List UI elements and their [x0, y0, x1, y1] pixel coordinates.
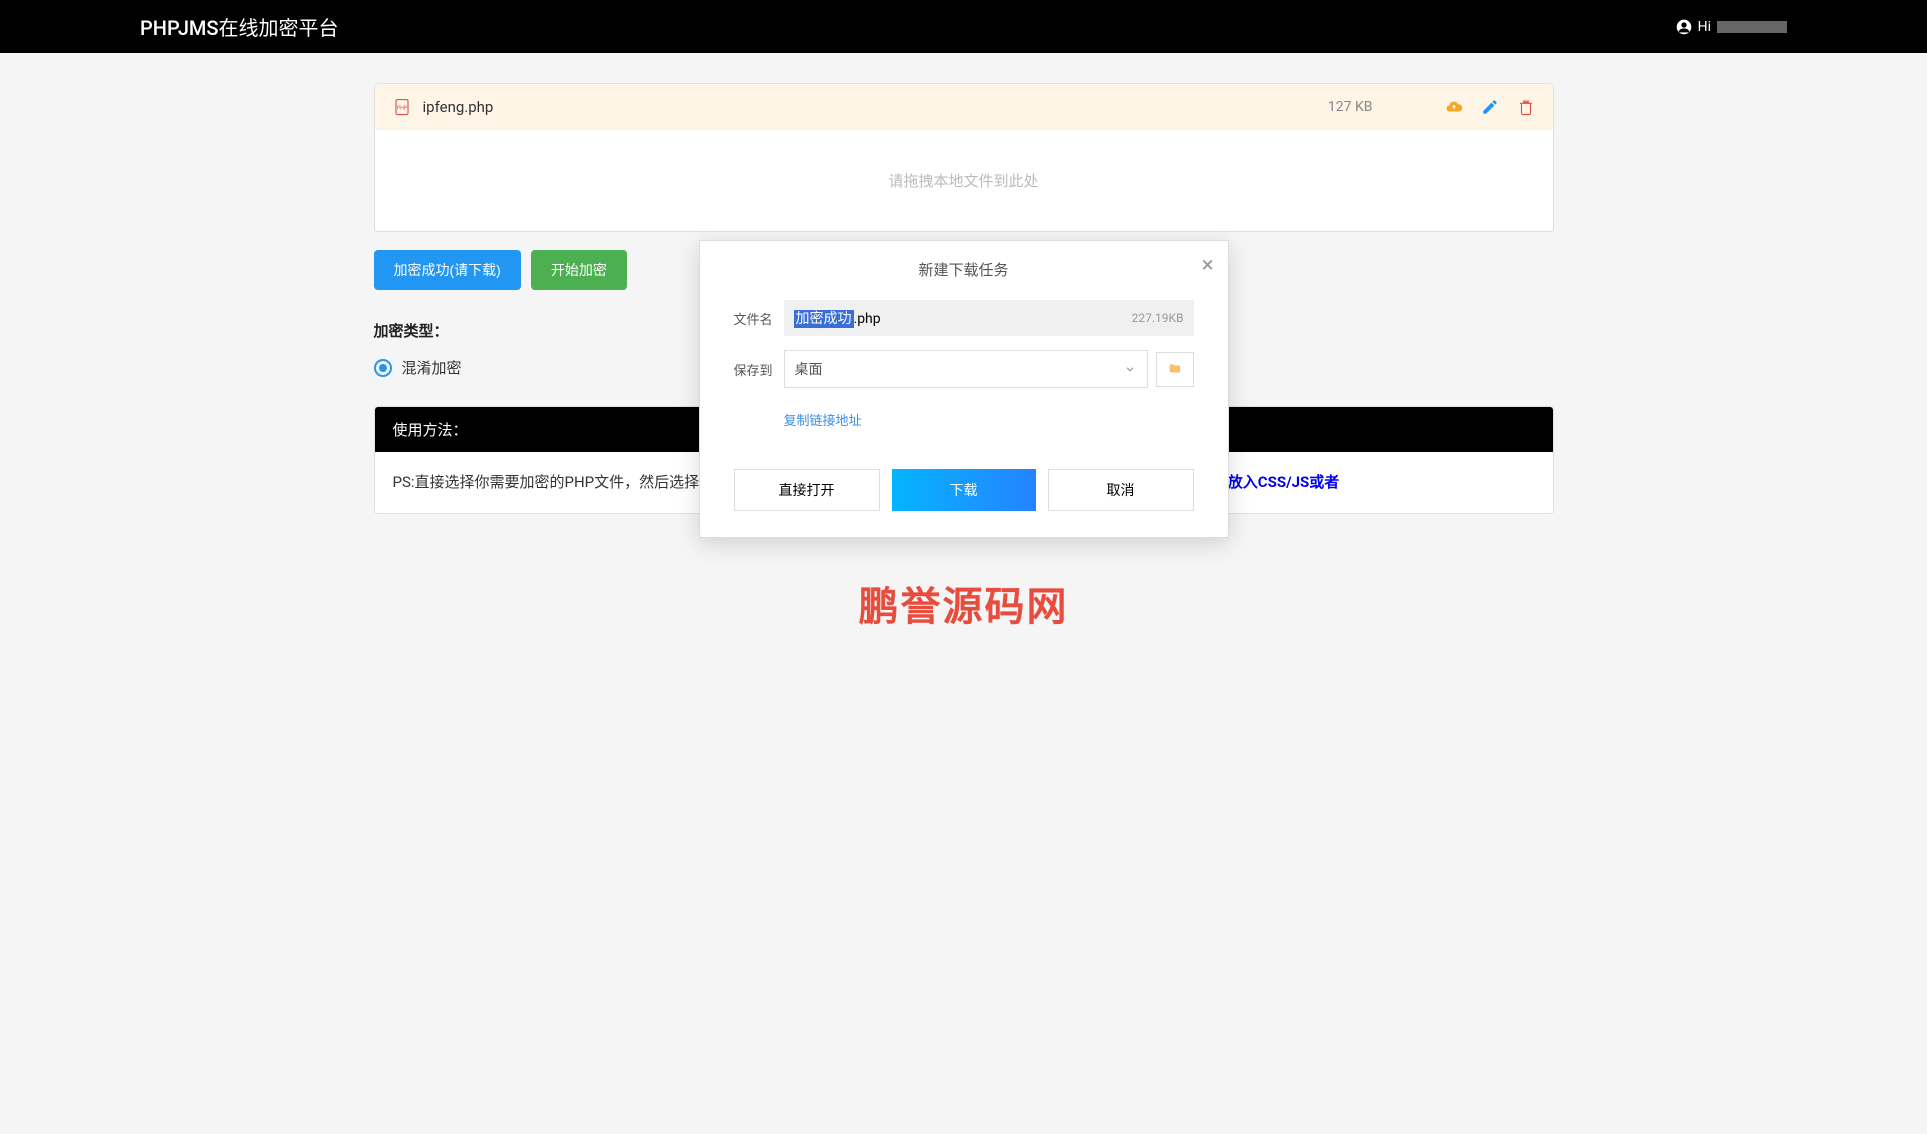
- radio-icon: [374, 359, 392, 377]
- file-actions: [1445, 98, 1535, 116]
- modal-header: 新建下载任务 ×: [700, 241, 1228, 292]
- folder-icon: [1166, 362, 1184, 376]
- filename-input[interactable]: 加密成功.php 227.19KB: [784, 300, 1194, 336]
- browse-folder-button[interactable]: [1156, 352, 1194, 387]
- delete-icon[interactable]: [1517, 98, 1535, 116]
- user-greeting[interactable]: Hi: [1676, 19, 1787, 35]
- user-icon: [1676, 19, 1692, 35]
- file-card: PHP ipfeng.php 127 KB 请拖拽本地文件到此处: [374, 83, 1554, 232]
- download-modal: 新建下载任务 × 文件名 加密成功.php 227.19KB 保存到 桌面 复制…: [699, 240, 1229, 538]
- modal-body: 文件名 加密成功.php 227.19KB 保存到 桌面 复制链接地址: [700, 292, 1228, 453]
- close-icon[interactable]: ×: [1202, 253, 1214, 278]
- app-header: PHPJMS在线加密平台 Hi: [0, 0, 1927, 53]
- edit-icon[interactable]: [1481, 98, 1499, 116]
- usage-prefix: PS:直接选择你需要加密的PHP文件，然后选择: [393, 473, 700, 491]
- modal-title: 新建下载任务: [918, 261, 1008, 279]
- filename-ext: .php: [854, 311, 881, 327]
- save-label: 保存到: [734, 360, 784, 379]
- encrypt-option-label: 混淆加密: [402, 357, 462, 378]
- open-direct-button[interactable]: 直接打开: [734, 469, 880, 511]
- user-name-mask: [1717, 21, 1787, 33]
- cloud-upload-icon[interactable]: [1445, 98, 1463, 116]
- modal-filesize: 227.19KB: [1132, 311, 1184, 325]
- filename-row: 文件名 加密成功.php 227.19KB: [734, 300, 1194, 336]
- file-row: PHP ipfeng.php 127 KB: [375, 84, 1553, 130]
- start-encrypt-button[interactable]: 开始加密: [531, 250, 627, 290]
- chevron-down-icon: [1123, 362, 1137, 376]
- app-title: PHPJMS在线加密平台: [140, 12, 339, 41]
- success-download-button[interactable]: 加密成功(请下载): [374, 250, 521, 290]
- modal-footer: 直接打开 下载 取消: [700, 453, 1228, 537]
- file-size: 127 KB: [1328, 99, 1373, 115]
- save-row: 保存到 桌面: [734, 350, 1194, 388]
- php-file-icon: PHP: [393, 98, 411, 116]
- copy-link[interactable]: 复制链接地址: [784, 402, 1194, 433]
- download-button[interactable]: 下载: [892, 469, 1036, 511]
- svg-text:PHP: PHP: [396, 105, 407, 111]
- save-location-value: 桌面: [795, 359, 823, 379]
- file-name: ipfeng.php: [423, 98, 1316, 116]
- filename-label: 文件名: [734, 309, 784, 328]
- cancel-button[interactable]: 取消: [1048, 469, 1194, 511]
- user-greeting-text: Hi: [1698, 19, 1711, 35]
- dropzone[interactable]: 请拖拽本地文件到此处: [375, 130, 1553, 231]
- save-location-select[interactable]: 桌面: [784, 350, 1148, 388]
- filename-selected: 加密成功: [794, 310, 854, 328]
- watermark: 鹏誉源码网: [374, 574, 1554, 632]
- filename-text: 加密成功.php: [794, 308, 881, 328]
